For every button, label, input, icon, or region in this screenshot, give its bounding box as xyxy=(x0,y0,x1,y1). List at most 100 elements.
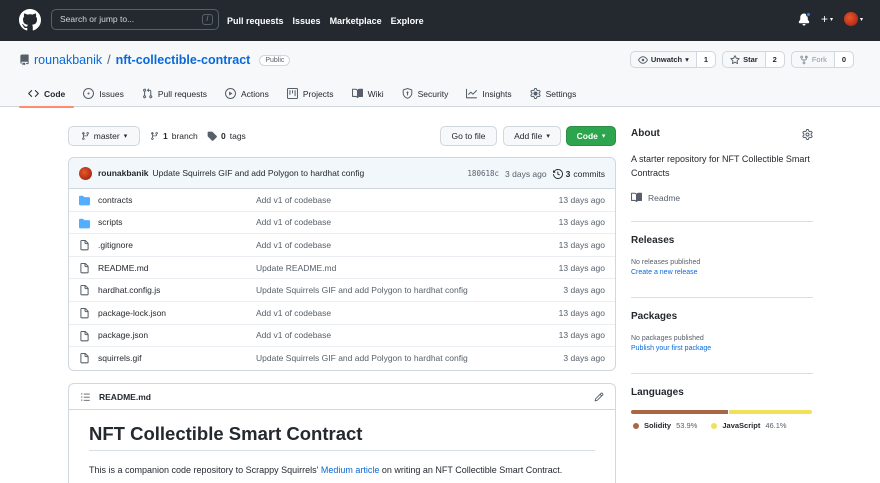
file-commit-message[interactable]: Update Squirrels GIF and add Polygon to … xyxy=(256,353,468,363)
about-description: A starter repository for NFT Collectible… xyxy=(631,154,810,178)
file-name[interactable]: .gitignore xyxy=(98,240,133,250)
commit-message[interactable]: Update Squirrels GIF and add Polygon to … xyxy=(153,168,365,178)
unwatch-button[interactable]: Unwatch ▾ xyxy=(631,52,697,67)
repo-owner-link[interactable]: rounakbanik xyxy=(34,53,102,67)
add-file-button[interactable]: Add file ▾ xyxy=(503,126,561,146)
gear-icon[interactable] xyxy=(802,129,813,140)
star-button[interactable]: Star xyxy=(723,52,766,67)
avatar[interactable] xyxy=(79,166,92,180)
releases-heading[interactable]: Releases xyxy=(631,235,674,246)
file-row[interactable]: package-lock.json Add v1 of codebase 13 … xyxy=(69,302,615,325)
file-name[interactable]: package.json xyxy=(98,330,148,340)
repo-tabs: Code Issues Pull requests Actions Projec… xyxy=(19,80,586,108)
publish-package-link[interactable]: Publish your first package xyxy=(631,345,711,352)
file-commit-message[interactable]: Update Squirrels GIF and add Polygon to … xyxy=(256,285,468,295)
file-commit-message[interactable]: Add v1 of codebase xyxy=(256,240,331,250)
project-icon xyxy=(286,88,298,99)
file-commit-message[interactable]: Add v1 of codebase xyxy=(256,308,331,318)
tab-issues[interactable]: Issues xyxy=(74,80,133,107)
tab-projects[interactable]: Projects xyxy=(278,80,343,107)
nav-pull-requests[interactable]: Pull requests xyxy=(227,16,284,26)
commits-link[interactable]: 3 commits xyxy=(552,169,605,179)
fork-button[interactable]: Fork xyxy=(792,52,835,67)
tag-word: tags xyxy=(229,131,246,141)
branches-link[interactable]: 1 branch xyxy=(150,131,198,141)
tab-pull-requests[interactable]: Pull requests xyxy=(133,80,216,107)
packages-heading[interactable]: Packages xyxy=(631,311,677,322)
tab-wiki[interactable]: Wiki xyxy=(343,80,393,107)
file-commit-message[interactable]: Update README.md xyxy=(256,263,336,273)
file-name[interactable]: package-lock.json xyxy=(98,308,166,318)
tab-insights[interactable]: Insights xyxy=(457,80,520,107)
tab-settings[interactable]: Settings xyxy=(521,80,586,107)
language-item-solidity[interactable]: Solidity 53.9% xyxy=(633,421,697,430)
file-name[interactable]: hardhat.config.js xyxy=(98,285,160,295)
fork-icon xyxy=(800,55,808,64)
languages-heading: Languages xyxy=(631,387,684,398)
list-icon[interactable] xyxy=(80,392,91,402)
add-file-label: Add file xyxy=(514,131,543,141)
shield-icon xyxy=(402,88,412,99)
create-new-menu[interactable]: + ▾ xyxy=(821,13,833,25)
fork-label: Fork xyxy=(811,55,827,64)
tab-code[interactable]: Code xyxy=(19,80,75,108)
watch-count[interactable]: 1 xyxy=(696,52,716,67)
file-age: 13 days ago xyxy=(558,330,605,341)
github-logo-icon[interactable] xyxy=(19,9,41,31)
notifications-bell-icon[interactable] xyxy=(798,11,811,26)
star-count[interactable]: 2 xyxy=(765,52,784,67)
tab-security[interactable]: Security xyxy=(393,80,458,107)
readme-filename[interactable]: README.md xyxy=(99,392,151,402)
file-name[interactable]: README.md xyxy=(98,263,149,273)
gear-icon xyxy=(530,88,541,99)
commit-author[interactable]: rounakbanik xyxy=(98,168,149,178)
file-icon xyxy=(80,307,89,319)
create-release-link[interactable]: Create a new release xyxy=(631,269,698,276)
user-menu[interactable]: ▾ xyxy=(843,12,863,26)
file-row[interactable]: scripts Add v1 of codebase 13 days ago xyxy=(69,212,615,235)
readme-header: README.md xyxy=(69,384,615,410)
unwatch-label: Unwatch xyxy=(650,55,683,64)
fork-button-group: Fork 0 xyxy=(790,51,854,68)
file-row[interactable]: hardhat.config.js Update Squirrels GIF a… xyxy=(69,279,615,302)
file-row[interactable]: squirrels.gif Update Squirrels GIF and a… xyxy=(69,347,615,370)
file-commit-message[interactable]: Add v1 of codebase xyxy=(256,195,331,205)
nav-explore[interactable]: Explore xyxy=(391,16,424,26)
tags-link[interactable]: 0 tags xyxy=(207,131,246,141)
search-input[interactable]: Search or jump to... / xyxy=(51,9,219,30)
repo-name-link[interactable]: nft-collectible-contract xyxy=(116,53,251,67)
readme-sidebar-link[interactable]: Readme xyxy=(631,192,680,203)
language-color-dot xyxy=(711,422,718,429)
file-commit-message[interactable]: Add v1 of codebase xyxy=(256,217,331,227)
file-row[interactable]: .gitignore Add v1 of codebase 13 days ag… xyxy=(69,234,615,257)
file-commit-message[interactable]: Add v1 of codebase xyxy=(256,330,331,340)
file-name[interactable]: scripts xyxy=(98,217,123,227)
branch-select-button[interactable]: master ▾ xyxy=(68,126,140,146)
readme-paragraph: This is a companion code repository to S… xyxy=(89,464,589,477)
notification-dot xyxy=(805,11,811,17)
commit-sha[interactable]: 180618c xyxy=(467,169,499,178)
file-name[interactable]: contracts xyxy=(98,195,133,205)
file-row[interactable]: package.json Add v1 of codebase 13 days … xyxy=(69,325,615,348)
nav-marketplace[interactable]: Marketplace xyxy=(330,16,382,26)
star-button-group: Star 2 xyxy=(722,51,785,68)
fork-count[interactable]: 0 xyxy=(834,52,853,67)
file-icon xyxy=(80,240,89,251)
chevron-down-icon: ▾ xyxy=(829,16,833,23)
chevron-down-icon: ▾ xyxy=(859,16,863,23)
latest-commit-row: rounakbanik Update Squirrels GIF and add… xyxy=(69,158,615,189)
language-name: JavaScript xyxy=(722,421,761,430)
tab-actions[interactable]: Actions xyxy=(216,80,278,107)
code-button[interactable]: Code ▾ xyxy=(566,126,616,146)
go-to-file-button[interactable]: Go to file xyxy=(440,126,497,146)
tab-label: Code xyxy=(44,88,66,99)
file-row[interactable]: contracts Add v1 of codebase 13 days ago xyxy=(69,189,615,212)
nav-issues[interactable]: Issues xyxy=(293,16,321,26)
medium-article-link[interactable]: Medium article xyxy=(321,465,380,475)
file-row[interactable]: README.md Update README.md 13 days ago xyxy=(69,257,615,280)
language-item-javascript[interactable]: JavaScript 46.1% xyxy=(711,421,787,430)
avatar xyxy=(843,12,858,26)
pencil-icon[interactable] xyxy=(594,392,604,402)
go-to-file-label: Go to file xyxy=(451,131,486,141)
file-name[interactable]: squirrels.gif xyxy=(98,353,141,363)
